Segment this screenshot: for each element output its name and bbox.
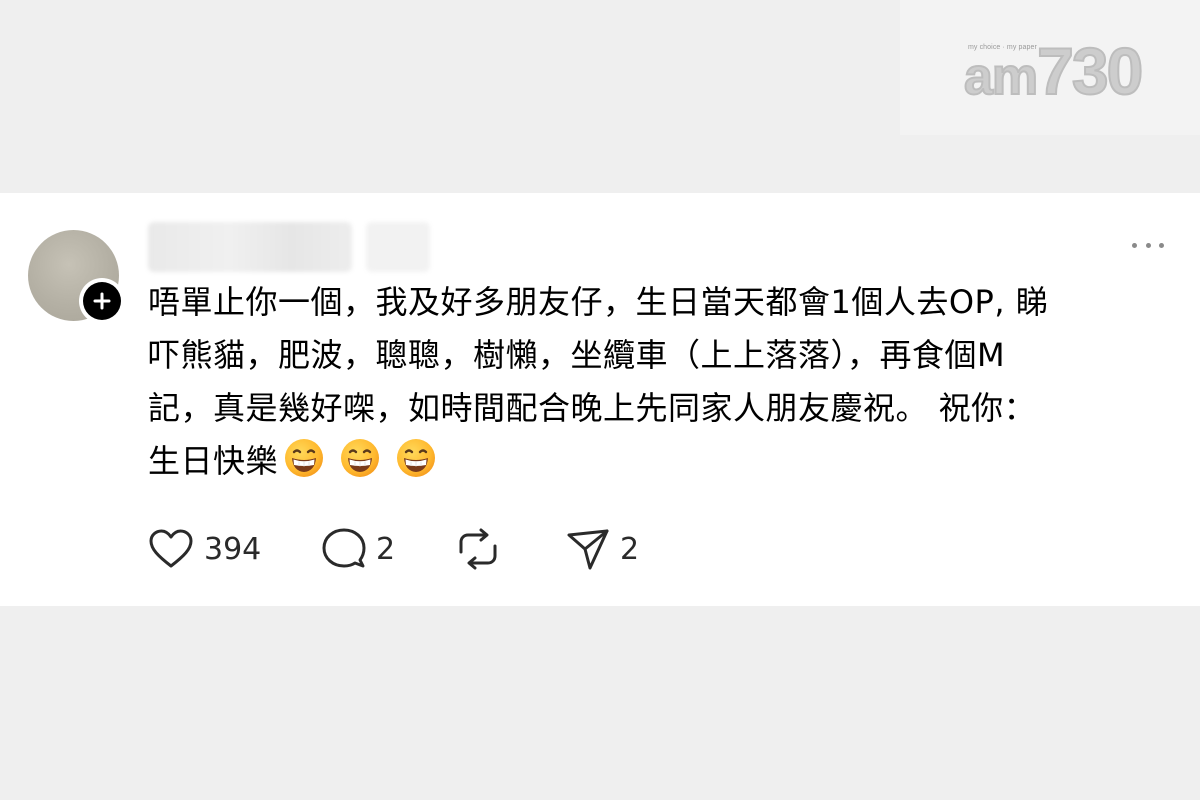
watermark-logo: am730: [963, 37, 1144, 110]
more-dots-icon: [1132, 242, 1137, 248]
plus-icon: [83, 282, 121, 320]
like-count: 394: [204, 531, 262, 567]
post-card: 唔單止你一個，我及好多朋友仔，生日當天都會1個人去OP, 睇 吓熊貓，肥波，聰聰…: [0, 193, 1200, 606]
more-dot: [1145, 242, 1151, 248]
comment-count: 2: [376, 531, 396, 567]
send-icon: [567, 529, 609, 570]
post-text: 唔單止你一個，我及好多朋友仔，生日當天都會1個人去OP, 睇 吓熊貓，肥波，聰聰…: [148, 276, 1178, 488]
comment-bubble-icon: [322, 528, 366, 568]
watermark-logo-number: 730: [1036, 34, 1144, 108]
comment-button[interactable]: 2: [322, 525, 395, 573]
action-bar: 394 2 2: [148, 525, 688, 573]
timestamp-redacted: [366, 222, 430, 272]
post-text-line: 吓熊貓，肥波，聰聰，樹懶，坐纜車（上上落落），再食個M: [148, 336, 1006, 374]
bottom-background: [0, 606, 1200, 800]
follow-button[interactable]: [79, 278, 125, 324]
post-text-line: 記，真是幾好㗎，如時間配合晚上先同家人朋友慶祝。 祝你：: [148, 389, 1037, 427]
emoji-group: [278, 439, 436, 480]
like-button[interactable]: 394: [148, 525, 261, 573]
post-text-line: 唔單止你一個，我及好多朋友仔，生日當天都會1個人去OP, 睇: [148, 283, 1049, 321]
username-redacted[interactable]: [148, 222, 352, 272]
post-text-line-last: 生日快樂: [148, 435, 1178, 488]
more-options-button[interactable]: [1128, 233, 1168, 257]
grinning-face-emoji-icon: [397, 439, 436, 477]
share-button[interactable]: 2: [566, 525, 639, 573]
more-dot: [1159, 242, 1164, 248]
heart-icon: [149, 529, 193, 568]
repost-button[interactable]: [456, 525, 510, 573]
repost-icon: [459, 528, 497, 570]
grinning-face-emoji-icon: [341, 439, 380, 477]
post-text-line-content: 生日快樂: [148, 442, 279, 480]
share-count: 2: [620, 531, 640, 567]
grinning-face-emoji-icon: [285, 439, 324, 477]
watermark-logo-am: am: [963, 47, 1039, 107]
